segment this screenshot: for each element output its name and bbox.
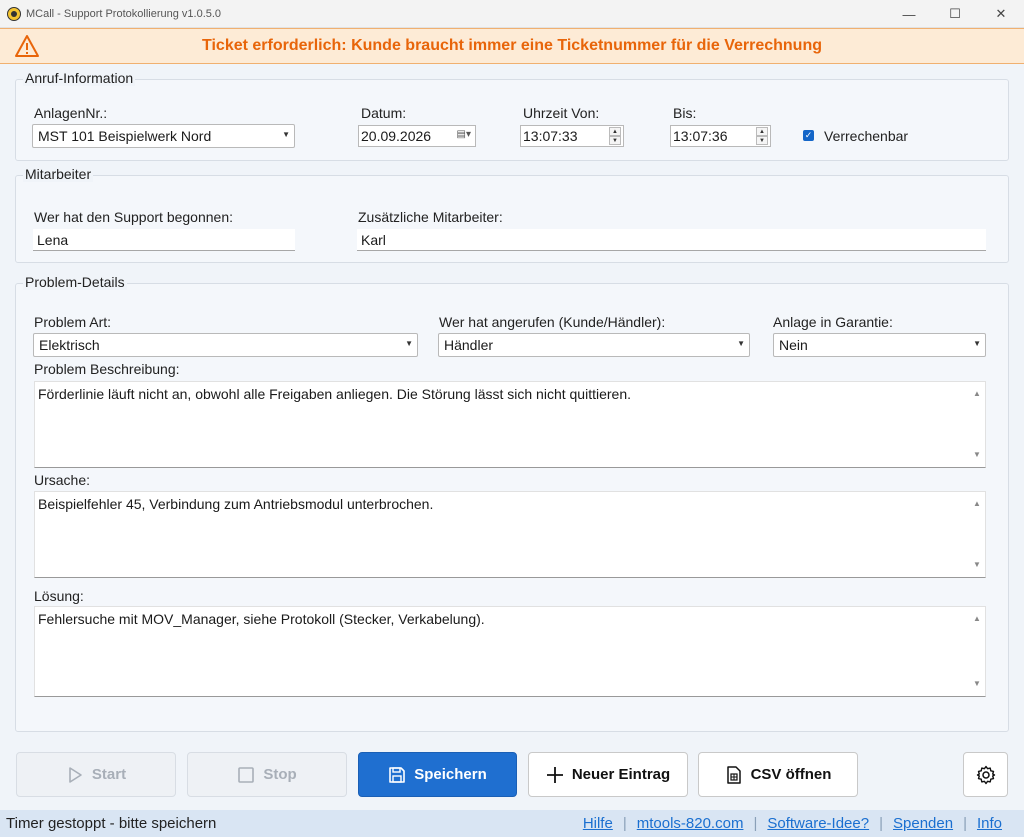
minimize-icon[interactable]: —	[886, 0, 932, 28]
problem-type-value: Elektrisch	[39, 337, 100, 353]
link-separator: |	[879, 815, 883, 832]
website-link[interactable]: mtools-820.com	[637, 815, 744, 832]
chevron-down-icon: ▼	[737, 339, 745, 348]
scroll-up-icon[interactable]: ▲	[970, 385, 984, 403]
staff-title: Mitarbeiter	[23, 166, 94, 182]
save-button[interactable]: Speichern	[358, 752, 517, 797]
caller-combo[interactable]: Händler ▼	[438, 333, 750, 357]
plus-icon	[546, 766, 563, 783]
started-by-value: Lena	[37, 231, 69, 248]
info-link[interactable]: Info	[977, 815, 1002, 832]
spin-down-icon[interactable]: ▼	[609, 136, 621, 145]
problem-type-label: Problem Art:	[34, 314, 112, 330]
solution-textarea[interactable]: Fehlersuche mit MOV_Manager, siehe Proto…	[34, 606, 986, 697]
started-by-label: Wer hat den Support begonnen:	[34, 209, 234, 225]
call-info-title: Anruf-Information	[23, 70, 136, 86]
gear-icon	[976, 765, 995, 784]
open-csv-label: CSV öffnen	[750, 766, 832, 783]
window-title: MCall - Support Protokollierung v1.0.5.0	[26, 7, 222, 20]
billable-checkbox[interactable]: ✓	[803, 130, 814, 141]
stop-icon	[238, 766, 255, 783]
warranty-value: Nein	[779, 337, 808, 353]
call-info-group: Anruf-Information	[15, 70, 1009, 161]
date-value: 20.09.2026	[361, 128, 432, 144]
plant-combo[interactable]: MST 101 Beispielwerk Nord ▼	[32, 124, 295, 148]
billable-label[interactable]: Verrechenbar	[824, 128, 908, 144]
additional-staff-field[interactable]: Karl	[357, 229, 986, 251]
scroll-down-icon[interactable]: ▼	[970, 675, 984, 693]
description-label: Problem Beschreibung:	[34, 361, 180, 377]
chevron-down-icon: ▼	[405, 339, 413, 348]
banner-text: Ticket erforderlich: Kunde braucht immer…	[201, 37, 822, 54]
time-from-input[interactable]: 13:07:33 ▲ ▼	[520, 125, 624, 147]
chevron-down-icon: ▼	[973, 339, 981, 348]
software-idea-link[interactable]: Software-Idee?	[767, 815, 869, 832]
description-value: Förderlinie läuft nicht an, obwohl alle …	[38, 386, 632, 402]
play-icon	[69, 766, 82, 783]
problem-title: Problem-Details	[23, 274, 127, 290]
caller-label: Wer hat angerufen (Kunde/Händler):	[439, 314, 666, 330]
solution-label: Lösung:	[34, 588, 84, 604]
scroll-down-icon[interactable]: ▼	[970, 556, 984, 574]
spin-up-icon[interactable]: ▲	[609, 127, 621, 136]
spin-up-icon[interactable]: ▲	[756, 127, 768, 136]
save-label: Speichern	[414, 766, 487, 783]
title-bar: MCall - Support Protokollierung v1.0.5.0…	[0, 0, 1024, 28]
cause-textarea[interactable]: Beispielfehler 45, Verbindung zum Antrie…	[34, 491, 986, 578]
link-separator: |	[622, 815, 627, 832]
close-icon[interactable]: ✕	[978, 0, 1024, 28]
plant-label: AnlagenNr.:	[34, 105, 108, 121]
ticket-warning-banner: Ticket erforderlich: Kunde braucht immer…	[0, 28, 1024, 64]
settings-button[interactable]	[963, 752, 1008, 797]
donate-link[interactable]: Spenden	[893, 815, 953, 832]
time-to-input[interactable]: 13:07:36 ▲ ▼	[670, 125, 771, 147]
cause-label: Ursache:	[34, 472, 91, 488]
maximize-icon[interactable]: ☐	[932, 0, 978, 28]
date-picker[interactable]: 20.09.2026 ▤▾	[358, 125, 476, 147]
time-from-value: 13:07:33	[523, 128, 578, 144]
chevron-down-icon: ▼	[282, 130, 290, 139]
link-separator: |	[963, 815, 967, 832]
open-csv-button[interactable]: CSV öffnen	[698, 752, 858, 797]
warranty-label: Anlage in Garantie:	[773, 314, 893, 330]
time-to-value: 13:07:36	[673, 128, 728, 144]
stop-label: Stop	[263, 766, 297, 783]
spin-down-icon[interactable]: ▼	[756, 136, 768, 145]
time-to-label: Bis:	[673, 105, 697, 121]
app-logo-icon	[7, 6, 21, 21]
help-link[interactable]: Hilfe	[583, 815, 613, 832]
scroll-down-icon[interactable]: ▼	[970, 446, 984, 464]
new-entry-button[interactable]: Neuer Eintrag	[528, 752, 688, 797]
calendar-icon[interactable]: ▤▾	[457, 129, 471, 140]
csv-file-icon	[726, 765, 741, 784]
additional-staff-label: Zusätzliche Mitarbeiter:	[358, 209, 503, 225]
additional-staff-value: Karl	[361, 231, 386, 248]
warranty-combo[interactable]: Nein ▼	[773, 333, 986, 357]
cause-value: Beispielfehler 45, Verbindung zum Antrie…	[38, 496, 434, 512]
save-icon	[389, 766, 406, 783]
start-button[interactable]: Start	[16, 752, 176, 797]
date-label: Datum:	[361, 105, 407, 121]
started-by-field[interactable]: Lena	[33, 229, 295, 251]
problem-type-combo[interactable]: Elektrisch ▼	[33, 333, 418, 357]
solution-scrollbar[interactable]: ▲ ▼	[970, 608, 984, 695]
status-text: Timer gestoppt - bitte speichern	[6, 815, 217, 832]
description-textarea[interactable]: Förderlinie läuft nicht an, obwohl alle …	[34, 381, 986, 468]
warning-icon	[15, 35, 39, 57]
solution-value: Fehlersuche mit MOV_Manager, siehe Proto…	[38, 611, 485, 627]
status-bar: Timer gestoppt - bitte speichern Hilfe |…	[0, 810, 1024, 837]
plant-value: MST 101 Beispielwerk Nord	[38, 128, 212, 144]
scroll-up-icon[interactable]: ▲	[970, 495, 984, 513]
link-separator: |	[753, 815, 758, 832]
start-label: Start	[91, 766, 127, 783]
time-from-label: Uhrzeit Von:	[523, 105, 600, 121]
caller-value: Händler	[444, 337, 494, 353]
description-scrollbar[interactable]: ▲ ▼	[970, 383, 984, 466]
footer-links: Hilfe | mtools-820.com | Software-Idee? …	[583, 815, 1002, 832]
new-entry-label: Neuer Eintrag	[571, 766, 671, 783]
cause-scrollbar[interactable]: ▲ ▼	[970, 493, 984, 576]
stop-button[interactable]: Stop	[187, 752, 347, 797]
scroll-up-icon[interactable]: ▲	[970, 610, 984, 628]
